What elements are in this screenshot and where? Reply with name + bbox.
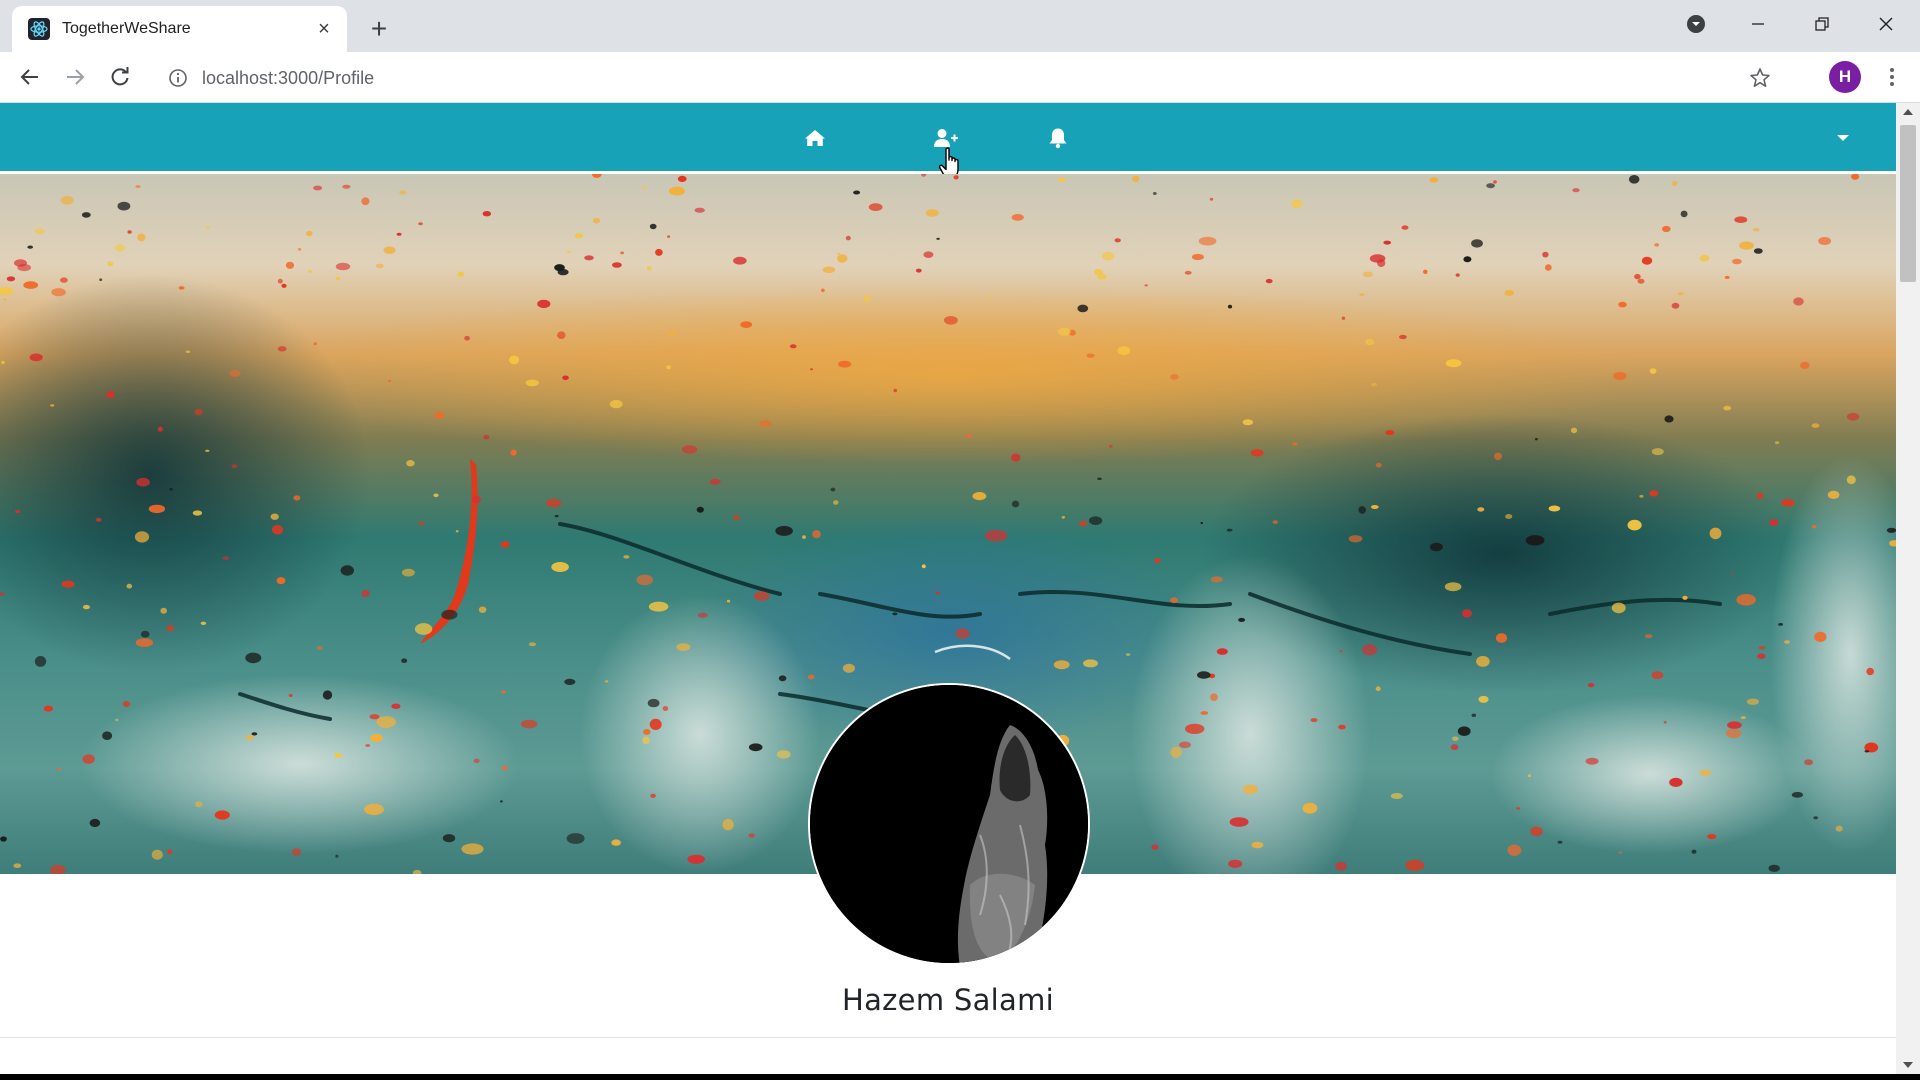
close-window-icon[interactable]	[1854, 0, 1918, 48]
caret-down-icon[interactable]	[1830, 123, 1856, 153]
tab-strip: TogetherWeShare × +	[0, 0, 1920, 52]
scroll-down-arrow-icon[interactable]	[1896, 1056, 1920, 1074]
profile-photo[interactable]	[808, 683, 1090, 965]
react-favicon-icon	[28, 18, 50, 40]
menu-kebab-icon[interactable]	[1876, 61, 1908, 93]
restore-icon[interactable]	[1790, 0, 1854, 48]
profile-avatar[interactable]: H	[1829, 61, 1861, 93]
browser-toolbar: localhost:3000/Profile H	[0, 52, 1920, 103]
page-viewport: Hazem Salami	[0, 103, 1920, 1074]
scrollbar[interactable]	[1896, 103, 1920, 1074]
section-divider	[0, 1037, 1896, 1038]
bookmark-star-icon[interactable]	[1748, 66, 1772, 90]
reload-icon[interactable]	[103, 60, 137, 94]
bell-icon[interactable]	[1043, 123, 1073, 153]
scroll-up-arrow-icon[interactable]	[1896, 103, 1920, 121]
home-icon[interactable]	[800, 123, 830, 153]
new-tab-button[interactable]: +	[363, 13, 395, 45]
site-info-icon[interactable]	[166, 66, 190, 90]
browser-tab[interactable]: TogetherWeShare ×	[12, 6, 347, 52]
address-bar[interactable]: localhost:3000/Profile	[152, 58, 1792, 98]
back-icon[interactable]	[13, 60, 47, 94]
url-text[interactable]: localhost:3000/Profile	[202, 68, 1792, 89]
tab-title: TogetherWeShare	[62, 20, 191, 37]
tab-search-icon[interactable]	[1664, 0, 1728, 48]
minimize-icon[interactable]	[1726, 0, 1790, 48]
forward-icon[interactable]	[58, 60, 92, 94]
browser-chrome: TogetherWeShare × + localhost:3000/Profi…	[0, 0, 1920, 103]
profile-name: Hazem Salami	[841, 983, 1055, 1017]
scroll-thumb[interactable]	[1900, 125, 1916, 282]
tab-close-icon[interactable]: ×	[311, 16, 337, 42]
